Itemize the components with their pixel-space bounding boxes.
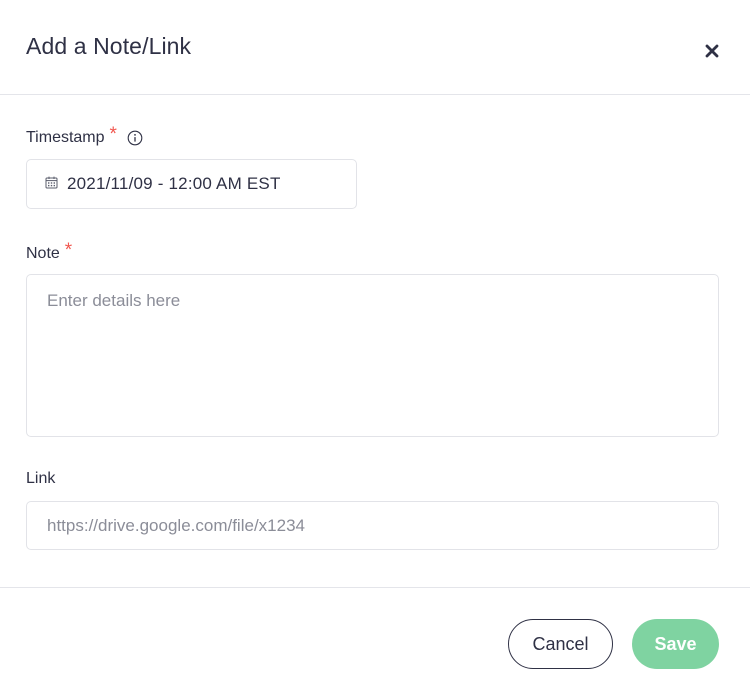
note-required-mark: * <box>64 240 73 261</box>
link-label: Link <box>26 470 55 488</box>
timestamp-value: 2021/11/09 - 12:00 AM EST <box>67 174 281 193</box>
close-button[interactable] <box>698 37 726 65</box>
timestamp-required-mark: * <box>109 124 117 145</box>
save-button[interactable]: Save <box>632 619 719 669</box>
timestamp-date-picker[interactable]: 2021/11/09 - 12:00 AM EST <box>26 159 357 209</box>
note-textarea[interactable] <box>26 274 719 437</box>
link-input[interactable] <box>26 501 719 550</box>
dialog-header: Add a Note/Link <box>0 0 750 95</box>
link-label-text: Link <box>26 470 56 487</box>
add-note-link-dialog: Add a Note/Link Timestamp * 2021/11/09 -… <box>0 0 750 698</box>
dialog-title: Add a Note/Link <box>26 33 192 59</box>
timestamp-label-text: Timestamp <box>26 129 105 146</box>
footer-divider <box>0 587 750 588</box>
note-label-text: Note <box>26 245 60 262</box>
calendar-icon <box>45 174 58 194</box>
info-icon[interactable] <box>127 130 143 151</box>
note-label: Note * <box>26 240 73 265</box>
timestamp-label: Timestamp * <box>26 124 143 151</box>
close-icon <box>705 44 719 58</box>
cancel-button[interactable]: Cancel <box>508 619 613 669</box>
